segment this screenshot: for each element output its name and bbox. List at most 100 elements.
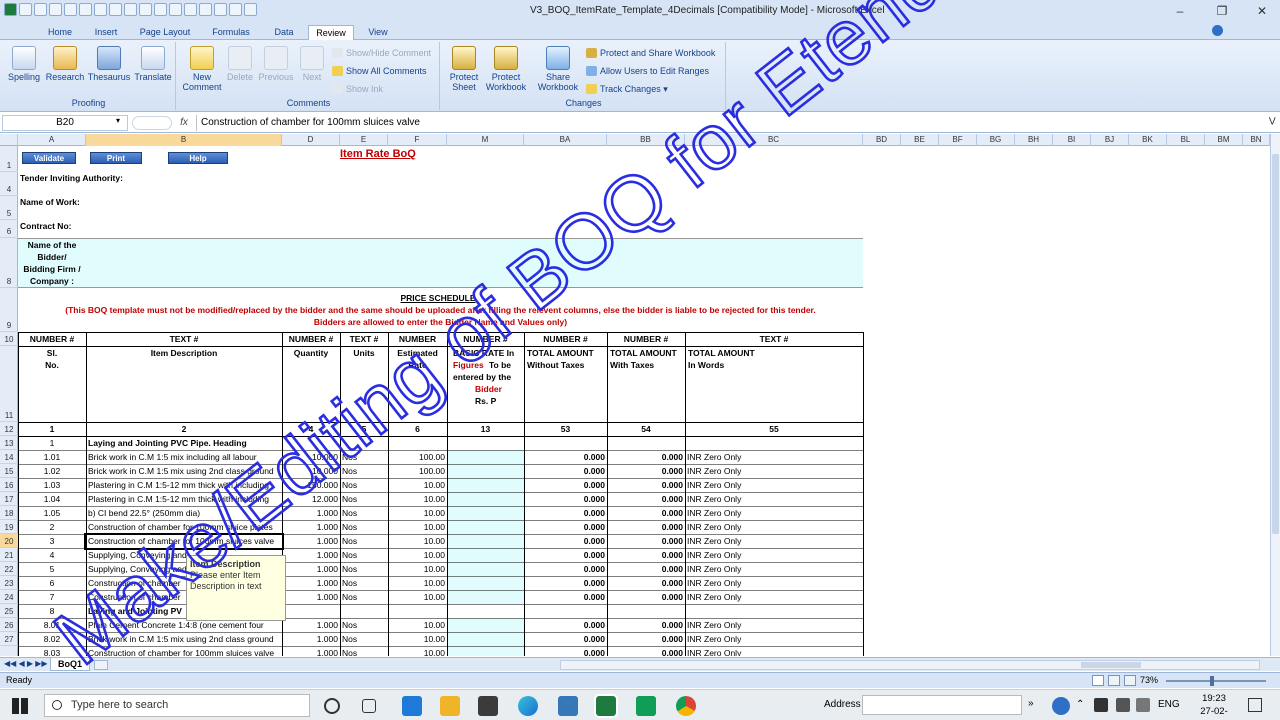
- column-header[interactable]: BH: [1015, 134, 1053, 146]
- page-break-view-icon[interactable]: [1124, 675, 1136, 686]
- column-header[interactable]: M: [447, 134, 524, 146]
- column-header[interactable]: BC: [685, 134, 863, 146]
- insert-function-icon[interactable]: fx: [176, 115, 192, 131]
- column-header[interactable]: BN: [1243, 134, 1270, 146]
- chart-icon[interactable]: [109, 3, 122, 16]
- volume-icon[interactable]: [1136, 698, 1150, 712]
- row-header[interactable]: 6: [0, 220, 18, 238]
- merge-icon[interactable]: [184, 3, 197, 16]
- minimize-button[interactable]: –: [1166, 2, 1194, 20]
- allow-users-button[interactable]: Allow Users to Edit Ranges: [586, 64, 709, 78]
- task-view-icon[interactable]: [362, 699, 376, 713]
- warning-icon[interactable]: [124, 3, 137, 16]
- language-indicator[interactable]: ENG: [1158, 699, 1180, 710]
- tab-data[interactable]: Data: [266, 25, 302, 40]
- basic-rate-input-column[interactable]: [448, 450, 524, 604]
- help-tray-icon[interactable]: [1052, 697, 1070, 715]
- tab-home[interactable]: Home: [42, 25, 78, 40]
- track-changes-button[interactable]: Track Changes ▾: [586, 82, 668, 96]
- scrollbar-thumb[interactable]: [1272, 154, 1279, 534]
- column-header[interactable]: F: [388, 134, 447, 146]
- quick-access-toolbar[interactable]: [4, 3, 257, 19]
- taskbar-search-input[interactable]: Type here to search: [44, 694, 310, 717]
- sheet-nav-arrows-icon[interactable]: ◀◀ ◀ ▶ ▶▶: [4, 659, 48, 668]
- tab-review[interactable]: Review: [308, 25, 354, 40]
- column-header[interactable]: B: [86, 134, 282, 146]
- row-header[interactable]: 20: [0, 534, 18, 548]
- show-hide-comment-button[interactable]: Show/Hide Comment: [332, 46, 431, 60]
- zoom-slider[interactable]: [1166, 680, 1266, 682]
- spelling-icon[interactable]: [79, 3, 92, 16]
- normal-view-icon[interactable]: [1092, 675, 1104, 686]
- vscode-icon[interactable]: [558, 696, 578, 716]
- tab-formulas[interactable]: Formulas: [206, 25, 256, 40]
- name-box[interactable]: B20: [2, 115, 128, 131]
- fill-icon[interactable]: [214, 3, 227, 16]
- column-header[interactable]: E: [340, 134, 388, 146]
- row-header[interactable]: 12: [0, 422, 18, 436]
- next-comment-button[interactable]: Next: [296, 46, 328, 82]
- protect-workbook-button[interactable]: Protect Workbook: [482, 46, 530, 92]
- save-icon[interactable]: [19, 3, 32, 16]
- column-header[interactable]: A: [18, 134, 86, 146]
- show-all-comments-button[interactable]: Show All Comments: [332, 64, 427, 78]
- row-header[interactable]: 16: [0, 478, 18, 492]
- mail-icon[interactable]: [402, 696, 422, 716]
- notifications-icon[interactable]: [1248, 698, 1262, 712]
- row-header[interactable]: 27: [0, 632, 18, 646]
- preview-icon[interactable]: [49, 3, 62, 16]
- row-header[interactable]: 1: [0, 146, 18, 172]
- cortana-icon[interactable]: [324, 698, 340, 714]
- row-header[interactable]: 14: [0, 450, 18, 464]
- excel-taskbar-icon[interactable]: [594, 694, 618, 718]
- print-icon[interactable]: [64, 3, 77, 16]
- new-comment-button[interactable]: New Comment: [180, 46, 224, 92]
- name-box-dropdown-icon[interactable]: ▾: [116, 116, 120, 125]
- windows-start-icon[interactable]: [12, 698, 28, 714]
- borders-icon[interactable]: [199, 3, 212, 16]
- excel-icon[interactable]: [4, 3, 17, 16]
- research-button[interactable]: Research: [44, 46, 86, 82]
- column-header[interactable]: BB: [607, 134, 685, 146]
- file-explorer-icon[interactable]: [440, 696, 460, 716]
- column-header[interactable]: BM: [1205, 134, 1243, 146]
- restore-button[interactable]: ❐: [1208, 2, 1236, 20]
- translate-button[interactable]: Translate: [132, 46, 174, 82]
- redo-icon[interactable]: [229, 3, 242, 16]
- protect-share-button[interactable]: Protect and Share Workbook: [586, 46, 715, 60]
- row-header[interactable]: 4: [0, 172, 18, 196]
- clock[interactable]: 19:23 27-02-2021: [1192, 692, 1236, 720]
- vertical-scrollbar[interactable]: [1270, 134, 1280, 656]
- horizontal-scrollbar[interactable]: [560, 660, 1260, 670]
- spelling-button[interactable]: Spelling: [4, 46, 44, 82]
- formula-bar-splitter[interactable]: [132, 116, 172, 130]
- protect-sheet-button[interactable]: Protect Sheet: [444, 46, 484, 92]
- zoom-level[interactable]: 73%: [1140, 675, 1158, 685]
- row-header[interactable]: 23: [0, 576, 18, 590]
- column-header[interactable]: BG: [977, 134, 1015, 146]
- edge-icon[interactable]: [518, 696, 538, 716]
- row-header[interactable]: 10: [0, 332, 18, 346]
- row-header[interactable]: 17: [0, 492, 18, 506]
- row-header[interactable]: 21: [0, 548, 18, 562]
- zoom-slider-handle[interactable]: [1210, 676, 1214, 686]
- insert-sheet-icon[interactable]: [94, 660, 108, 670]
- tab-insert[interactable]: Insert: [88, 25, 124, 40]
- row-header[interactable]: 26: [0, 618, 18, 632]
- column-header[interactable]: BJ: [1091, 134, 1129, 146]
- sheet-tab-boq1[interactable]: BoQ1: [50, 658, 90, 671]
- battery-icon[interactable]: [1116, 698, 1130, 712]
- table-icon[interactable]: [169, 3, 182, 16]
- share-workbook-button[interactable]: Share Workbook: [534, 46, 582, 92]
- customize-qat-icon[interactable]: [244, 3, 257, 16]
- page-layout-view-icon[interactable]: [1108, 675, 1120, 686]
- basic-rate-input-column[interactable]: [448, 618, 524, 656]
- thesaurus-button[interactable]: Thesaurus: [86, 46, 132, 82]
- validate-button[interactable]: Validate: [22, 152, 76, 164]
- format-icon[interactable]: [94, 3, 107, 16]
- bidder-name-input[interactable]: [18, 238, 863, 288]
- close-button[interactable]: ✕: [1248, 2, 1276, 20]
- column-header[interactable]: BI: [1053, 134, 1091, 146]
- store-icon[interactable]: [478, 696, 498, 716]
- tab-page-layout[interactable]: Page Layout: [134, 25, 196, 40]
